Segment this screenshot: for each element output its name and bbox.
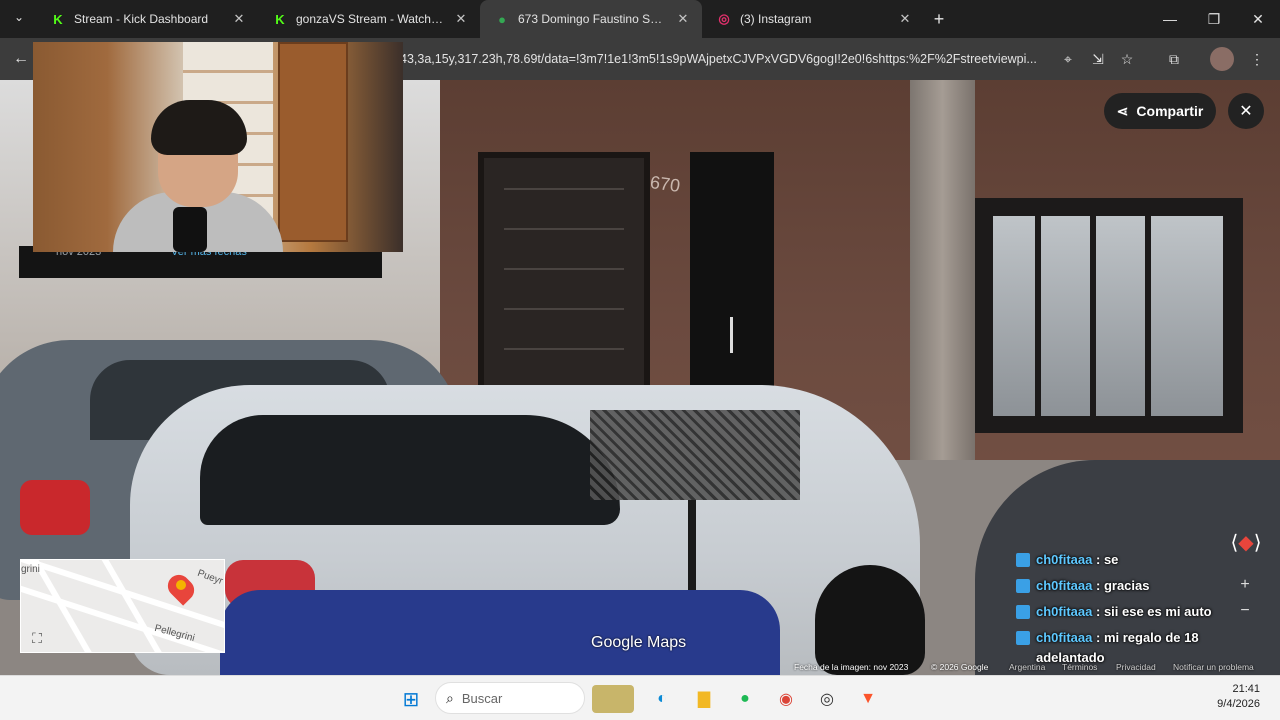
street-label: Pueyr bbox=[195, 567, 225, 588]
file-explorer-icon[interactable]: ▇ bbox=[690, 685, 718, 713]
tab-search-icon[interactable]: ⌄ bbox=[14, 10, 32, 28]
webcam-overlay bbox=[33, 42, 403, 252]
subscriber-badge-icon bbox=[1016, 553, 1030, 567]
menu-dots-icon[interactable]: ⋮ bbox=[1245, 47, 1269, 71]
pegman-icon bbox=[176, 580, 186, 590]
restore-icon[interactable]: ❐ bbox=[1192, 0, 1236, 38]
chat-message: ch0fitaaa : gracias bbox=[1016, 576, 1266, 602]
close-icon[interactable]: ✕ bbox=[452, 10, 470, 28]
trash-bag bbox=[815, 565, 925, 675]
google-maps-logo: Google Maps bbox=[591, 634, 687, 651]
widgets-icon[interactable] bbox=[592, 685, 634, 713]
subscriber-badge-icon bbox=[1016, 579, 1030, 593]
bookmark-star-icon[interactable]: ☆ bbox=[1115, 47, 1139, 71]
stream-chat: ch0fitaaa : se ch0fitaaa : gracias ch0fi… bbox=[1016, 550, 1266, 672]
spotify-icon[interactable]: ● bbox=[731, 685, 759, 713]
minimap[interactable]: grini Pueyr Pellegrini ⛶ bbox=[20, 559, 225, 653]
search-icon: ⌕ bbox=[446, 689, 454, 706]
clock-date: 9/4/2026 bbox=[1217, 698, 1260, 710]
door-handle bbox=[730, 317, 733, 353]
system-clock[interactable]: 21:41 9/4/2026 bbox=[1200, 682, 1260, 712]
profile-avatar[interactable] bbox=[1210, 47, 1234, 71]
kick-icon: K bbox=[275, 11, 285, 27]
image-date-footer: Fecha de la imagen: nov 2023 bbox=[794, 662, 909, 672]
new-tab-button[interactable]: + bbox=[924, 0, 954, 38]
tab-title: gonzaVS Stream - Watch Live o bbox=[296, 12, 446, 26]
instagram-icon: ◎ bbox=[718, 11, 730, 26]
copyright: © 2026 Google bbox=[931, 662, 989, 672]
close-street-view-button[interactable]: ✕ bbox=[1228, 93, 1264, 129]
search-placeholder: Buscar bbox=[461, 690, 503, 706]
expand-map-icon[interactable]: ⛶ bbox=[27, 628, 47, 648]
browser-tab-strip: ⌄ K Stream - Kick Dashboard ✕ K gonzaVS … bbox=[0, 0, 1280, 38]
share-button[interactable]: ⋖ Compartir bbox=[1104, 93, 1216, 129]
obs-icon[interactable]: ◎ bbox=[813, 685, 841, 713]
edge-icon[interactable]: ◐ bbox=[648, 685, 676, 713]
subscriber-badge-icon bbox=[1016, 605, 1030, 619]
chrome-icon[interactable]: ◉ bbox=[772, 685, 800, 713]
windows-start-icon[interactable]: ⊞ bbox=[397, 685, 425, 713]
blue-car bbox=[220, 590, 780, 675]
garage-door bbox=[478, 152, 650, 402]
close-icon[interactable]: ✕ bbox=[674, 10, 692, 28]
microphone bbox=[173, 207, 207, 252]
barred-window bbox=[975, 198, 1243, 433]
location-pin-icon[interactable]: ⌖ bbox=[1056, 47, 1080, 71]
close-icon[interactable]: ✕ bbox=[230, 10, 248, 28]
share-label: Compartir bbox=[1136, 103, 1204, 119]
street-label: grini bbox=[21, 564, 40, 575]
back-arrow-icon[interactable]: ← bbox=[8, 46, 34, 72]
tab-title: Stream - Kick Dashboard bbox=[74, 12, 209, 26]
tab-instagram[interactable]: ◎ (3) Instagram ✕ bbox=[702, 0, 924, 38]
tab-kick-dashboard[interactable]: K Stream - Kick Dashboard ✕ bbox=[36, 0, 258, 38]
clock-time: 21:41 bbox=[1232, 683, 1260, 695]
taskbar-search[interactable]: ⌕ Buscar bbox=[435, 682, 585, 714]
chat-message: ch0fitaaa : mi regalo de 18 adelantado bbox=[1016, 628, 1266, 672]
tab-title: 673 Domingo Faustino Sarmien bbox=[518, 12, 668, 26]
chat-message: ch0fitaaa : se bbox=[1016, 550, 1266, 576]
extensions-icon[interactable]: ⧉ bbox=[1162, 47, 1186, 71]
tab-kick-stream[interactable]: K gonzaVS Stream - Watch Live o ✕ bbox=[258, 0, 480, 38]
google-maps-icon: ● bbox=[498, 11, 506, 27]
kick-icon: K bbox=[53, 11, 63, 27]
front-door bbox=[690, 152, 774, 412]
close-icon[interactable]: ✕ bbox=[896, 10, 914, 28]
trash-basket bbox=[590, 410, 800, 500]
house-number: 670 bbox=[648, 172, 682, 196]
window-close-icon[interactable]: ✕ bbox=[1236, 0, 1280, 38]
share-icon: ⋖ bbox=[1116, 102, 1129, 119]
windows-taskbar: ⊞ ⌕ Buscar ◐ ▇ ● ◉ ◎ ▼ 21:41 9/4/2026 bbox=[0, 675, 1280, 720]
address-bar[interactable]: 43,3a,15y,317.23h,78.69t/data=!3m7!1e1!3… bbox=[400, 45, 1050, 73]
brave-icon[interactable]: ▼ bbox=[854, 685, 882, 713]
tab-google-maps[interactable]: ● 673 Domingo Faustino Sarmien ✕ bbox=[480, 0, 702, 38]
tab-title: (3) Instagram bbox=[740, 12, 812, 26]
minimize-icon[interactable]: — bbox=[1148, 0, 1192, 38]
chat-message: ch0fitaaa : sii ese es mi auto bbox=[1016, 602, 1266, 628]
open-in-app-icon[interactable]: ⇲ bbox=[1086, 47, 1110, 71]
